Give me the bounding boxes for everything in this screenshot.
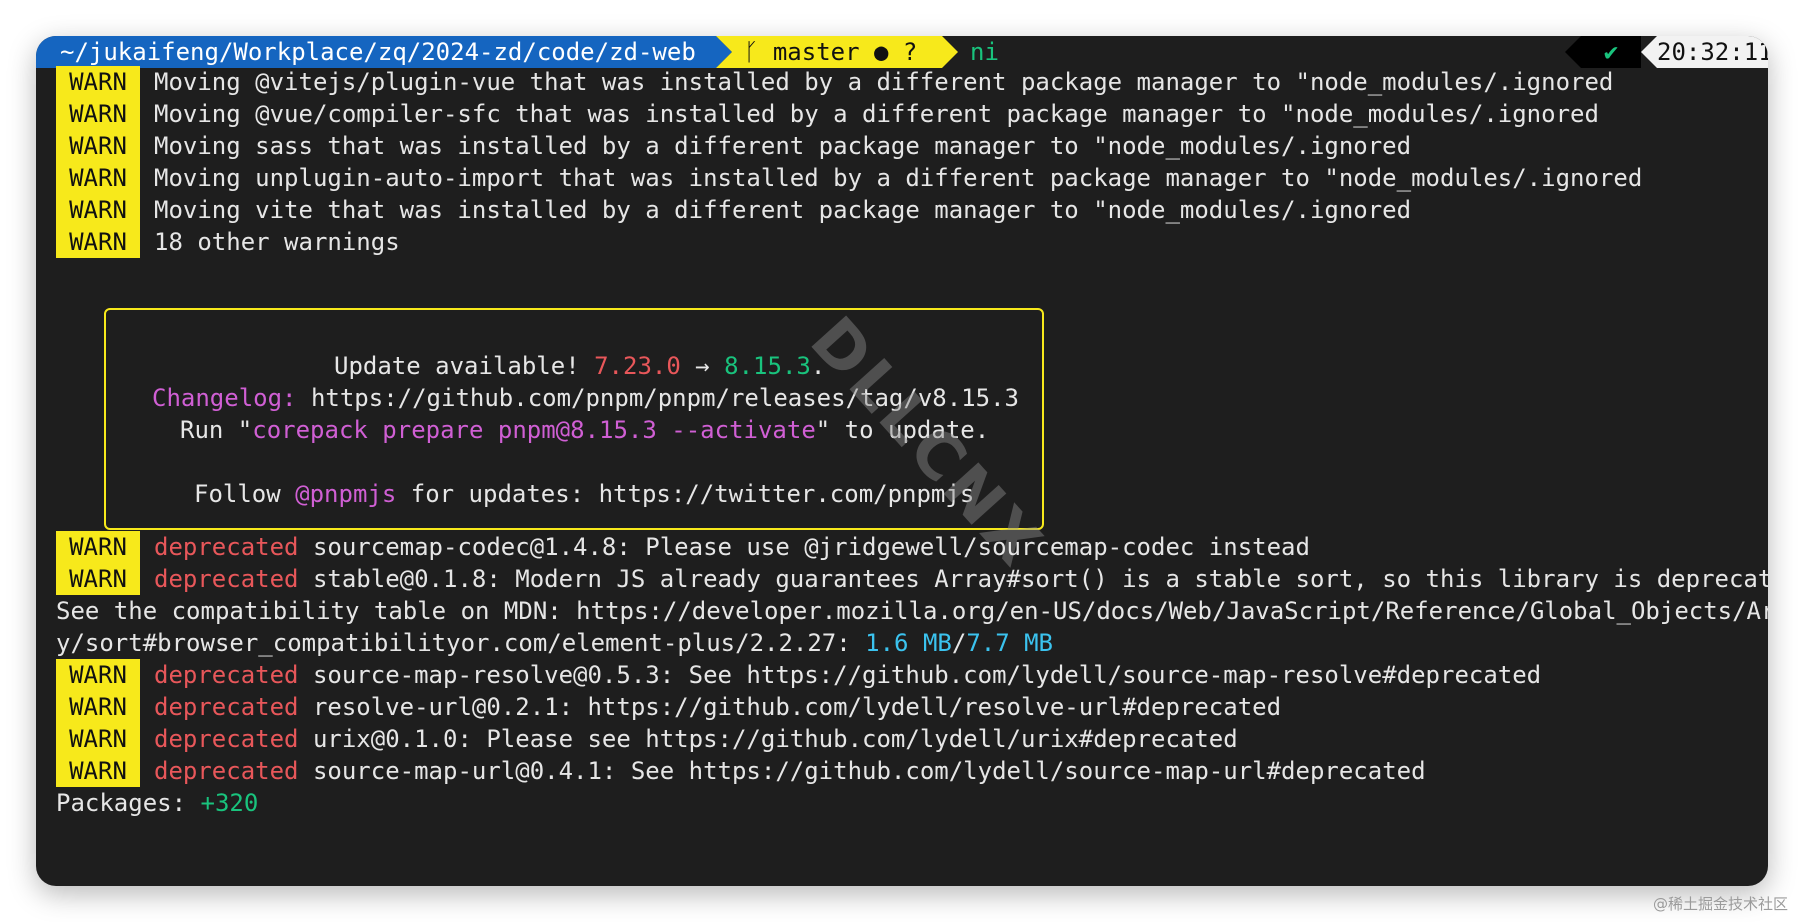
warn-line: WARN Moving @vitejs/plugin-vue that was i… [56, 66, 1613, 98]
deprecated-tag: deprecated [154, 565, 299, 593]
warn-text: Moving sass that was installed by a diff… [154, 132, 1412, 160]
warn-text: Moving vite that was installed by a diff… [154, 196, 1412, 224]
size-separator: / [951, 629, 967, 657]
warn-badge: WARN [56, 130, 140, 162]
changelog-label: Changelog: [152, 384, 297, 412]
follow-handle: @pnpmjs [295, 480, 397, 508]
warn-line: WARN Moving vite that was installed by a … [56, 194, 1411, 226]
warn-line: WARN 18 other warnings [56, 226, 400, 258]
update-prefix: Update available! [334, 352, 595, 380]
deprecated-text: stable@0.1.8: Modern JS already guarante… [298, 565, 1768, 593]
deprecated-line: WARN deprecated source-map-resolve@0.5.3:… [56, 659, 1541, 691]
prompt-path: ~/jukaifeng/Workplace/zq/2024-zd/code/zd… [36, 36, 732, 68]
deprecated-line: WARN deprecated sourcemap-codec@1.4.8: Pl… [56, 531, 1310, 563]
wrapped-line: See the compatibility table on MDN: http… [56, 595, 1768, 627]
deprecated-text: resolve-url@0.2.1: https://github.com/ly… [298, 693, 1282, 721]
shell-prompt: ~/jukaifeng/Workplace/zq/2024-zd/code/zd… [36, 36, 1768, 68]
warn-line: WARN Moving sass that was installed by a … [56, 130, 1411, 162]
warn-badge: WARN [56, 66, 140, 98]
git-status: ● ? [874, 38, 918, 66]
download-size-total: 7.7 MB [966, 629, 1054, 657]
source-credit: @稀土掘金技术社区 [1652, 895, 1788, 913]
deprecated-tag: deprecated [154, 661, 299, 689]
warn-badge: WARN [56, 659, 140, 691]
warn-badge: WARN [56, 723, 140, 755]
deprecated-tag: deprecated [154, 757, 299, 785]
warn-text: 18 other warnings [154, 228, 400, 256]
warn-badge: WARN [56, 226, 140, 258]
deprecated-tag: deprecated [154, 693, 299, 721]
deprecated-tag: deprecated [154, 725, 299, 753]
follow-prefix: Follow [194, 480, 296, 508]
warn-line: WARN Moving @vue/compiler-sfc that was in… [56, 98, 1599, 130]
follow-line: Follow @pnpmjs for updates: https://twit… [194, 478, 974, 510]
warn-text: Moving @vue/compiler-sfc that was instal… [154, 100, 1599, 128]
deprecated-text: urix@0.1.0: Please see https://github.co… [298, 725, 1238, 753]
prompt-command: ni [970, 38, 999, 66]
deprecated-line: WARN deprecated resolve-url@0.2.1: https:… [56, 691, 1281, 723]
download-size-done: 1.6 MB [865, 629, 952, 657]
deprecated-line: WARN deprecated stable@0.1.8: Modern JS a… [56, 563, 1768, 595]
warn-badge: WARN [56, 162, 140, 194]
wrapped-text: y/sort#browser_compatibilityor.com/eleme… [56, 629, 866, 657]
deprecated-line: WARN deprecated source-map-url@0.4.1: See… [56, 755, 1426, 787]
git-branch-name: master [772, 38, 860, 66]
deprecated-tag: deprecated [154, 533, 299, 561]
warn-badge: WARN [56, 194, 140, 226]
git-branch-icon: ᚴ [744, 38, 759, 66]
deprecated-text: source-map-url@0.4.1: See https://github… [298, 757, 1426, 785]
status-check-icon: ✔ [1565, 36, 1641, 68]
prompt-git-segment: ᚴ master ● ? [716, 36, 958, 68]
warn-badge: WARN [56, 755, 140, 787]
run-prefix: Run " [180, 416, 253, 444]
wrapped-text: See the compatibility table on MDN: http… [56, 597, 1768, 625]
warn-line: WARN Moving unplugin-auto-import that was… [56, 162, 1642, 194]
deprecated-line: WARN deprecated urix@0.1.0: Please see ht… [56, 723, 1238, 755]
deprecated-text: sourcemap-codec@1.4.8: Please use @jridg… [298, 533, 1310, 561]
packages-line: Packages: +320 [56, 787, 258, 819]
deprecated-text: source-map-resolve@0.5.3: See https://gi… [298, 661, 1542, 689]
run-command: corepack prepare pnpm@8.15.3 --activate [252, 416, 816, 444]
packages-count: +320 [200, 789, 259, 817]
version-arrow: → [680, 352, 725, 380]
prompt-time: 20:32:11 [1641, 36, 1768, 68]
terminal-window[interactable]: ~/jukaifeng/Workplace/zq/2024-zd/code/zd… [36, 36, 1768, 886]
packages-label: Packages: [56, 789, 201, 817]
warn-badge: WARN [56, 98, 140, 130]
follow-suffix: for updates: https://twitter.com/pnpmjs [396, 480, 975, 508]
warn-badge: WARN [56, 691, 140, 723]
warn-text: Moving @vitejs/plugin-vue that was insta… [154, 68, 1614, 96]
update-line: Update available! 7.23.0 → 8.15.3. [334, 350, 825, 382]
old-version: 7.23.0 [594, 352, 681, 380]
warn-badge: WARN [56, 563, 140, 595]
warn-text: Moving unplugin-auto-import that was ins… [154, 164, 1643, 192]
warn-badge: WARN [56, 531, 140, 563]
wrapped-line: y/sort#browser_compatibilityor.com/eleme… [56, 627, 1053, 659]
